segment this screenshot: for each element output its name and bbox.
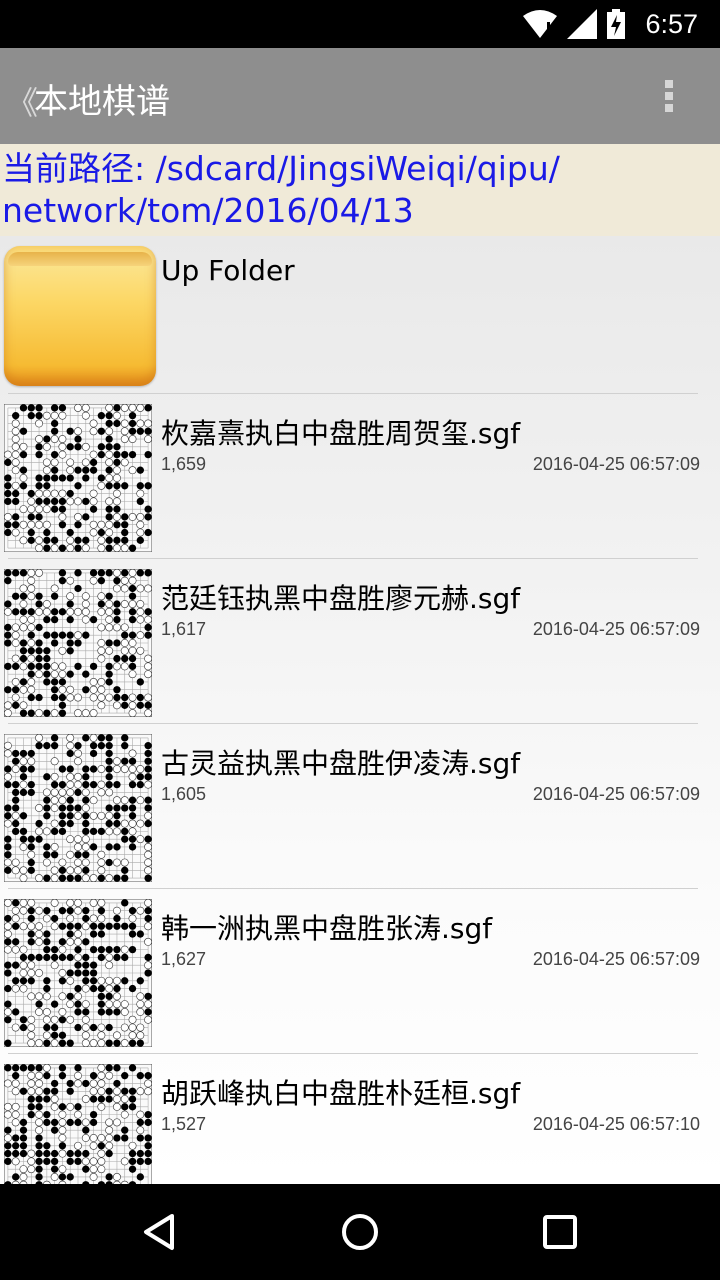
file-name: 杴嘉熹执白中盘胜周贺玺.sgf: [161, 417, 521, 450]
file-date: 2016-04-25 06:57:09: [532, 454, 700, 474]
list-item[interactable]: 胡跃峰执白中盘胜朴廷桓.sgf 1,527 2016-04-25 06:57:1…: [0, 1054, 720, 1184]
go-board-thumbnail-icon: [3, 403, 156, 553]
recents-icon[interactable]: [536, 1208, 584, 1256]
file-name: 胡跃峰执白中盘胜朴廷桓.sgf: [161, 1077, 521, 1110]
navigation-bar: [0, 1184, 720, 1280]
page-title: 本地棋谱: [34, 82, 170, 122]
file-date: 2016-04-25 06:57:09: [532, 784, 700, 804]
file-size: 1,617: [161, 619, 207, 639]
list-item[interactable]: 范廷钰执黑中盘胜廖元赫.sgf 1,617 2016-04-25 06:57:0…: [0, 559, 720, 724]
file-date: 2016-04-25 06:57:10: [532, 1114, 700, 1134]
current-path-bar: 当前路径: /sdcard/JingsiWeiqi/qipu/ network/…: [0, 144, 720, 236]
list-item[interactable]: 古灵益执黑中盘胜伊凌涛.sgf 1,605 2016-04-25 06:57:0…: [0, 724, 720, 889]
folder-icon: [4, 246, 156, 386]
list-item[interactable]: 韩一洲执黑中盘胜张涛.sgf 1,627 2016-04-25 06:57:09: [0, 889, 720, 1054]
current-path-text: 当前路径: /sdcard/JingsiWeiqi/qipu/ network/…: [2, 149, 560, 230]
status-bar: 6:57: [0, 0, 720, 48]
action-bar: 《 本地棋谱: [0, 48, 720, 144]
signal-icon: [567, 9, 598, 39]
file-name: 古灵益执黑中盘胜伊凌涛.sgf: [161, 747, 521, 780]
file-size: 1,627: [161, 949, 207, 969]
file-size: 1,605: [161, 784, 207, 804]
file-size: 1,659: [161, 454, 207, 474]
wifi-icon: [523, 10, 558, 38]
overflow-menu-icon[interactable]: [664, 80, 674, 112]
list-item[interactable]: 杴嘉熹执白中盘胜周贺玺.sgf 1,659 2016-04-25 06:57:0…: [0, 394, 720, 559]
status-icons: 6:57: [523, 8, 698, 40]
up-folder-label: Up Folder: [161, 254, 295, 287]
file-size: 1,527: [161, 1114, 207, 1134]
go-board-thumbnail-icon: [3, 1063, 156, 1184]
file-date: 2016-04-25 06:57:09: [532, 949, 700, 969]
go-board-thumbnail-icon: [3, 568, 156, 718]
go-board-thumbnail-icon: [3, 898, 156, 1048]
home-icon[interactable]: [336, 1208, 384, 1256]
go-board-thumbnail-icon: [3, 733, 156, 883]
file-name: 范廷钰执黑中盘胜廖元赫.sgf: [161, 582, 521, 615]
status-time: 6:57: [645, 8, 698, 39]
file-list[interactable]: Up Folder 杴嘉熹执白中盘胜周贺玺.sgf 1,659 2016-04-…: [0, 236, 720, 1184]
back-icon[interactable]: [136, 1208, 184, 1256]
up-folder-item[interactable]: Up Folder: [0, 236, 720, 394]
battery-charging-icon: [607, 9, 626, 39]
file-name: 韩一洲执黑中盘胜张涛.sgf: [161, 912, 493, 945]
file-date: 2016-04-25 06:57:09: [532, 619, 700, 639]
